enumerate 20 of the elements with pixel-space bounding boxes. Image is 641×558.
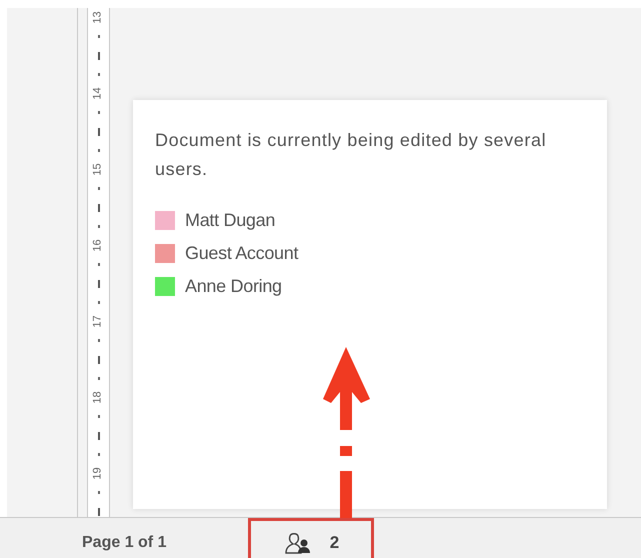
ruler-tick-icon bbox=[98, 280, 100, 288]
ruler-number: 13 bbox=[93, 11, 104, 24]
ruler-number: 18 bbox=[93, 391, 104, 404]
ruler-tick-icon bbox=[98, 52, 100, 60]
ruler-tick-icon bbox=[98, 128, 100, 136]
ruler-number: 15 bbox=[93, 163, 104, 176]
ruler-number: 17 bbox=[93, 315, 104, 328]
user-name: Guest Account bbox=[185, 242, 298, 264]
page-count: Page 1 of 1 bbox=[82, 533, 166, 553]
ruler-number: 16 bbox=[93, 239, 104, 252]
user-name: Matt Dugan bbox=[185, 208, 276, 232]
ruler-number: 14 bbox=[93, 87, 104, 100]
ruler-tick-icon bbox=[98, 204, 100, 212]
ruler-tick-icon bbox=[98, 356, 100, 364]
ruler-tick-icon bbox=[98, 508, 100, 516]
ruler-number: 19 bbox=[93, 467, 104, 480]
user-name: Anne Doring bbox=[185, 274, 282, 298]
collaborators-button[interactable]: 2 bbox=[248, 518, 374, 558]
popup-message: Document is currently being edited by several users. bbox=[155, 129, 548, 181]
ruler-tick-icon bbox=[98, 432, 100, 440]
